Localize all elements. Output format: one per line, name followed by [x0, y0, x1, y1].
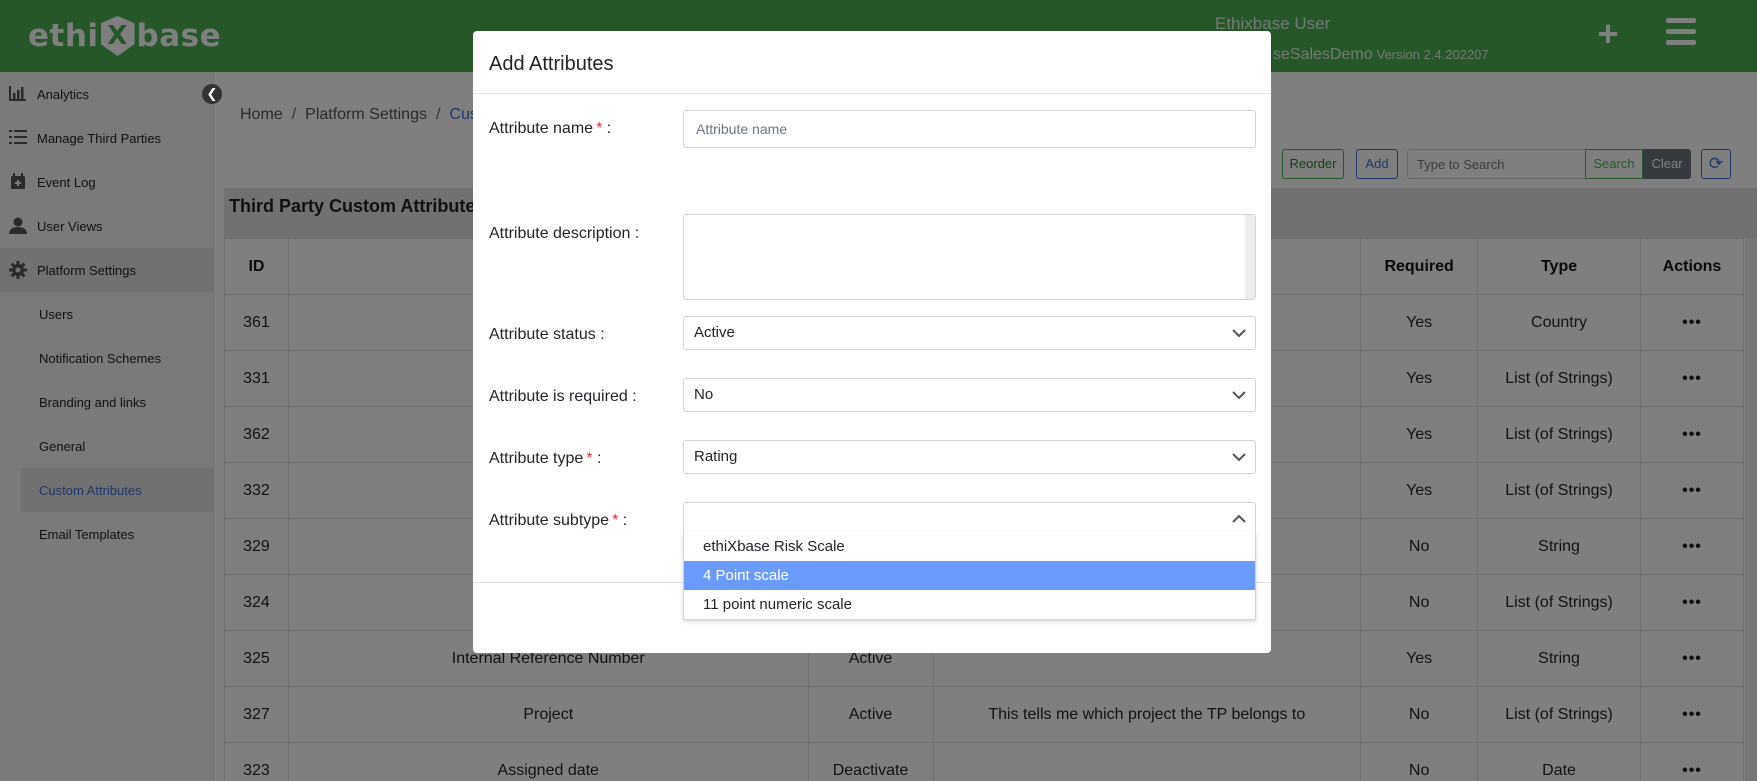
label-text: Attribute name: [489, 120, 594, 137]
select-value: No: [694, 386, 714, 403]
attribute-status-label: Attribute status :: [489, 326, 605, 343]
label-colon: :: [596, 450, 602, 467]
dropdown-option[interactable]: 11 point numeric scale: [684, 590, 1255, 619]
attribute-type-label: Attribute type * :: [489, 450, 601, 468]
attribute-required-select[interactable]: No: [683, 378, 1256, 412]
attribute-status-select[interactable]: Active: [683, 316, 1256, 350]
textarea-scrollbar[interactable]: [1245, 215, 1255, 299]
chevron-down-icon: [1232, 317, 1246, 349]
label-colon: :: [622, 512, 628, 529]
chevron-left-icon[interactable]: ❮: [202, 84, 222, 104]
required-marker: *: [612, 512, 619, 529]
attribute-name-label: Attribute name * :: [489, 120, 611, 138]
required-marker: *: [586, 450, 593, 467]
attribute-name-input[interactable]: [683, 110, 1256, 148]
chevron-up-icon: [1232, 503, 1246, 535]
label-colon: :: [606, 120, 612, 137]
attribute-required-label: Attribute is required :: [489, 388, 637, 405]
attribute-subtype-label: Attribute subtype * :: [489, 512, 627, 530]
attribute-type-select[interactable]: Rating: [683, 440, 1256, 474]
add-attributes-modal: Add Attributes Attribute name * : Attribu…: [473, 31, 1271, 653]
attribute-subtype-select[interactable]: [683, 502, 1256, 536]
chevron-down-icon: [1232, 441, 1246, 473]
subtype-dropdown-list: ethiXbase Risk Scale 4 Point scale 11 po…: [683, 532, 1256, 620]
modal-title: Add Attributes: [489, 53, 614, 75]
select-value: Rating: [694, 448, 738, 465]
select-value: Active: [694, 324, 735, 341]
label-text: Attribute subtype: [489, 512, 610, 529]
modal-divider: [473, 93, 1271, 94]
label-text: Attribute type: [489, 450, 584, 467]
chevron-down-icon: [1232, 379, 1246, 411]
dropdown-option-highlighted[interactable]: 4 Point scale: [684, 561, 1255, 590]
attribute-description-textarea[interactable]: [683, 214, 1256, 300]
required-marker: *: [596, 120, 603, 137]
attribute-description-label: Attribute description :: [489, 225, 640, 242]
dropdown-option[interactable]: ethiXbase Risk Scale: [684, 532, 1255, 561]
